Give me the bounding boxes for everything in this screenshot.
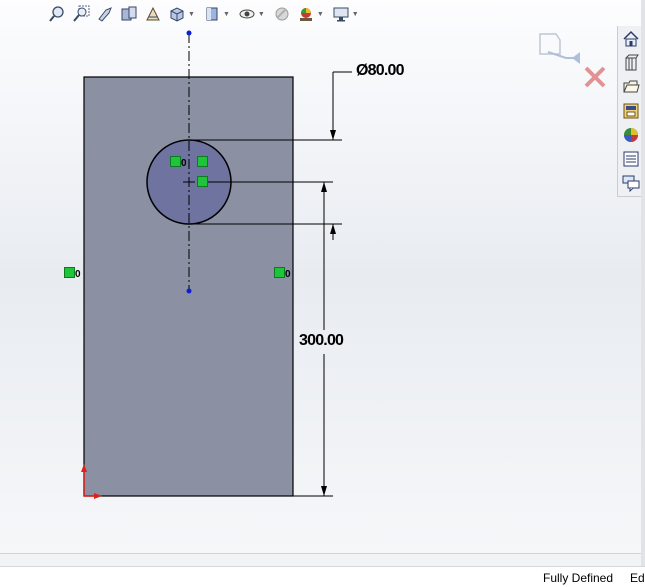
previous-view-icon — [98, 7, 112, 22]
status-bar: Fully Defined Edi — [0, 566, 645, 587]
exit-sketch-icon[interactable] — [539, 33, 580, 64]
dynamic-annotation-views-button[interactable] — [142, 3, 164, 25]
confirmation-corner — [536, 32, 612, 92]
tab-custom-properties[interactable] — [619, 148, 643, 170]
forum-icon — [622, 175, 640, 192]
view-settings-icon — [333, 7, 349, 22]
edit-appearance-icon — [275, 7, 289, 21]
diameter-dimension-value[interactable]: Ø80.00 — [356, 62, 404, 80]
chevron-down-icon[interactable]: ▼ — [317, 11, 324, 18]
fix-relation-marker[interactable] — [170, 156, 181, 167]
right-edge-relation-marker[interactable] — [274, 267, 285, 278]
chevron-down-icon[interactable]: ▼ — [223, 11, 230, 18]
sketch-status-text: Fully Defined — [543, 571, 614, 585]
tab-file-explorer[interactable] — [619, 76, 643, 98]
coincident-relation-marker[interactable] — [197, 176, 208, 187]
relation-marker-label: 0 — [285, 269, 291, 280]
editing-mode-text[interactable]: Edi — [630, 571, 645, 585]
zoom-to-fit-icon — [49, 6, 64, 22]
left-edge-relation-marker[interactable] — [64, 267, 75, 278]
tab-design-library[interactable] — [619, 52, 643, 74]
apply-scene-button[interactable] — [295, 3, 317, 25]
appearances-icon — [624, 128, 638, 142]
section-view-icon — [121, 6, 137, 21]
tab-appearances[interactable] — [619, 124, 643, 146]
centerline-top-point[interactable] — [186, 30, 192, 36]
zoom-to-fit-button[interactable] — [46, 3, 68, 25]
centerline-bottom-point[interactable] — [186, 288, 192, 294]
view-settings-button[interactable] — [330, 3, 352, 25]
task-pane-tabs — [617, 26, 644, 197]
apply-scene-icon — [299, 8, 312, 21]
custom-properties-icon — [623, 151, 639, 167]
tab-forum[interactable] — [619, 172, 643, 194]
previous-view-button[interactable] — [94, 3, 116, 25]
cancel-sketch-icon[interactable] — [584, 66, 606, 88]
edit-appearance-button[interactable] — [271, 3, 293, 25]
relation-marker-label: 0 — [75, 269, 81, 280]
horizontal-scrollbar[interactable] — [0, 553, 641, 566]
view-orientation-icon — [170, 7, 184, 22]
section-view-button[interactable] — [118, 3, 140, 25]
tab-home[interactable] — [619, 28, 643, 50]
heads-up-view-toolbar: ▼ ▼ ▼ ▼ ▼ — [46, 2, 363, 26]
chevron-down-icon[interactable]: ▼ — [258, 11, 265, 18]
hide-show-items-button[interactable] — [236, 3, 258, 25]
hide-show-items-icon — [239, 9, 255, 19]
tab-view-palette[interactable] — [619, 100, 643, 122]
zoom-to-area-icon — [73, 5, 90, 22]
window-edge — [641, 0, 645, 566]
chevron-down-icon[interactable]: ▼ — [188, 11, 195, 18]
vertical-dimension-value[interactable]: 300.00 — [299, 332, 344, 350]
view-palette-icon — [623, 103, 639, 119]
file-explorer-icon — [623, 80, 640, 93]
view-orientation-button[interactable] — [166, 3, 188, 25]
graphics-area[interactable]: Ø80.00 300.00 0 0 0 ▼ ▼ ▼ ▼ ▼ — [0, 0, 641, 553]
home-icon — [623, 30, 639, 47]
design-library-icon — [625, 54, 639, 71]
zoom-to-area-button[interactable] — [70, 3, 92, 25]
vertical-relation-marker[interactable] — [197, 156, 208, 167]
relation-marker-label: 0 — [181, 158, 187, 169]
dynamic-annotation-views-icon — [146, 6, 160, 21]
display-style-button[interactable] — [201, 3, 223, 25]
chevron-down-icon[interactable]: ▼ — [352, 11, 359, 18]
display-style-icon — [206, 7, 218, 21]
